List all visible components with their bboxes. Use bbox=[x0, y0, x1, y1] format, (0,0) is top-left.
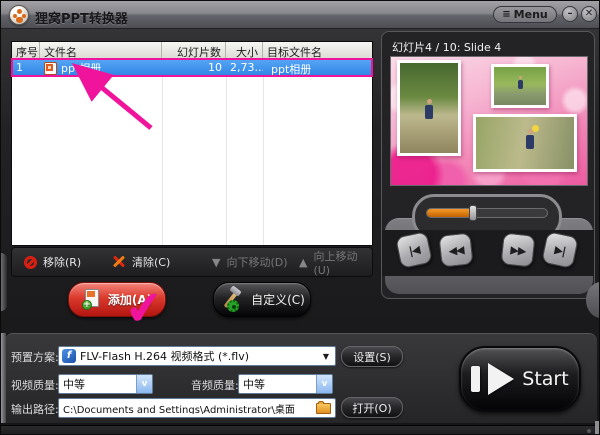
open-button[interactable]: 打开(O) bbox=[341, 397, 403, 418]
audio-quality-chevron-icon: v bbox=[316, 375, 332, 393]
move-up-label: 向上移动(U) bbox=[313, 249, 358, 277]
window-bottom-strip bbox=[1, 425, 599, 434]
add-label: 添加(A) bbox=[107, 293, 153, 307]
column-header-index[interactable]: 序号 bbox=[12, 42, 40, 58]
preview-photo-top-right bbox=[491, 64, 549, 108]
window-edge-highlight bbox=[1, 253, 7, 311]
app-window: 狸窝PPT转换器 ≡ Menu – ✕ 序号 文件名 幻灯片数 大小 目标文件名… bbox=[0, 0, 600, 435]
file-list-table: 序号 文件名 幻灯片数 大小 目标文件名 1 ppt相册 10 2,73... … bbox=[11, 41, 373, 246]
cell-index: 1 bbox=[16, 61, 23, 74]
cell-size: 2,73... bbox=[230, 61, 263, 74]
move-down-label: 向下移动(D) bbox=[226, 256, 288, 269]
clear-button[interactable]: 清除(C) bbox=[112, 248, 170, 276]
flv-format-icon: f bbox=[62, 349, 76, 363]
list-toolbar: 移除(R) 清除(C) ▼ 向下移动(D) ▲ 向上移动(U) bbox=[11, 247, 373, 277]
preset-label: 预置方案: bbox=[11, 351, 59, 364]
table-row[interactable]: 1 ppt相册 10 2,73... ppt相册 bbox=[12, 59, 372, 76]
preview-slider[interactable] bbox=[426, 205, 548, 221]
next-slide-button[interactable]: ▶▶ bbox=[500, 232, 536, 268]
settings-button-label: 设置(S) bbox=[353, 350, 391, 364]
minimize-icon: – bbox=[567, 8, 573, 19]
preset-dropdown-icon: ▼ bbox=[322, 351, 329, 361]
slider-thumb[interactable] bbox=[468, 205, 477, 221]
clear-label: 清除(C) bbox=[132, 256, 171, 269]
remove-label: 移除(R) bbox=[43, 256, 82, 269]
add-document-icon: + bbox=[81, 289, 100, 310]
customize-button[interactable]: 自定义(C) bbox=[213, 282, 311, 317]
resize-grip-dot bbox=[587, 429, 591, 433]
video-quality-label: 视频质量: bbox=[11, 379, 59, 392]
audio-quality-combo[interactable]: 中等 v bbox=[238, 374, 333, 394]
title-bar: 狸窝PPT转换器 ≡ Menu – ✕ bbox=[1, 1, 599, 29]
video-quality-value: 中等 bbox=[63, 378, 85, 391]
audio-quality-value: 中等 bbox=[243, 378, 265, 391]
ppt-file-icon bbox=[44, 61, 57, 75]
column-header-target[interactable]: 目标文件名 bbox=[263, 42, 372, 58]
audio-quality-label: 音频质量: bbox=[191, 379, 239, 392]
close-button[interactable]: ✕ bbox=[581, 6, 597, 22]
output-path-label: 输出路径: bbox=[11, 403, 59, 416]
play-icon bbox=[471, 366, 481, 392]
minimize-button[interactable]: – bbox=[562, 6, 578, 22]
video-quality-combo[interactable]: 中等 v bbox=[58, 374, 153, 394]
customize-tools-icon bbox=[219, 284, 243, 312]
plus-icon: + bbox=[81, 300, 92, 310]
preset-value: FLV-Flash H.264 视频格式 (*.flv) bbox=[80, 350, 250, 363]
slider-fill bbox=[427, 209, 473, 217]
play-arrow-icon bbox=[488, 363, 515, 395]
start-button[interactable]: Start bbox=[459, 346, 581, 412]
app-logo-icon bbox=[9, 5, 29, 25]
move-down-button[interactable]: ▼ 向下移动(D) bbox=[212, 248, 288, 276]
output-path-field[interactable] bbox=[58, 398, 336, 418]
slide-preview-image bbox=[390, 56, 588, 186]
settings-button[interactable]: 设置(S) bbox=[341, 346, 403, 367]
start-label: Start bbox=[522, 368, 569, 390]
video-quality-chevron-icon: v bbox=[136, 375, 152, 393]
menu-button[interactable]: ≡ Menu bbox=[493, 6, 557, 23]
preview-photo-left bbox=[397, 60, 461, 156]
folder-browse-icon[interactable] bbox=[316, 400, 331, 414]
cell-target: ppt相册 bbox=[271, 63, 312, 76]
move-down-icon: ▼ bbox=[212, 255, 221, 269]
customize-label: 自定义(C) bbox=[251, 293, 305, 307]
preview-photo-bottom-right bbox=[473, 114, 577, 172]
file-name-text: ppt相册 bbox=[61, 62, 102, 75]
preset-combo[interactable]: f FLV-Flash H.264 视频格式 (*.flv) ▼ bbox=[58, 346, 336, 366]
slide-label: 幻灯片4 / 10: Slide 4 bbox=[392, 41, 502, 54]
move-up-icon: ▲ bbox=[299, 255, 308, 269]
remove-button[interactable]: 移除(R) bbox=[24, 248, 81, 276]
menu-label: Menu bbox=[513, 8, 548, 21]
window-edge-highlight bbox=[595, 421, 599, 434]
close-icon: ✕ bbox=[584, 8, 594, 19]
preview-panel: 幻灯片4 / 10: Slide 4 |◀ ◀◀ ▶▶ ▶| bbox=[381, 31, 595, 299]
open-button-label: 打开(O) bbox=[352, 401, 392, 415]
previous-slide-button[interactable]: ◀◀ bbox=[438, 232, 474, 268]
cell-filename: ppt相册 bbox=[40, 59, 162, 76]
gear-icon bbox=[227, 299, 240, 312]
cell-slides: 10 bbox=[208, 61, 222, 74]
window-title: 狸窝PPT转换器 bbox=[35, 12, 128, 27]
output-path-input[interactable] bbox=[59, 402, 316, 414]
table-header: 序号 文件名 幻灯片数 大小 目标文件名 bbox=[12, 42, 372, 59]
add-button[interactable]: + 添加(A) bbox=[68, 282, 166, 317]
column-header-size[interactable]: 大小 bbox=[226, 42, 263, 58]
column-header-slides[interactable]: 幻灯片数 bbox=[162, 42, 226, 58]
clear-icon bbox=[112, 255, 126, 269]
move-up-button[interactable]: ▲ 向上移动(U) bbox=[299, 248, 372, 277]
column-header-filename[interactable]: 文件名 bbox=[40, 42, 162, 58]
remove-icon bbox=[24, 255, 37, 269]
menu-icon: ≡ bbox=[502, 9, 511, 20]
